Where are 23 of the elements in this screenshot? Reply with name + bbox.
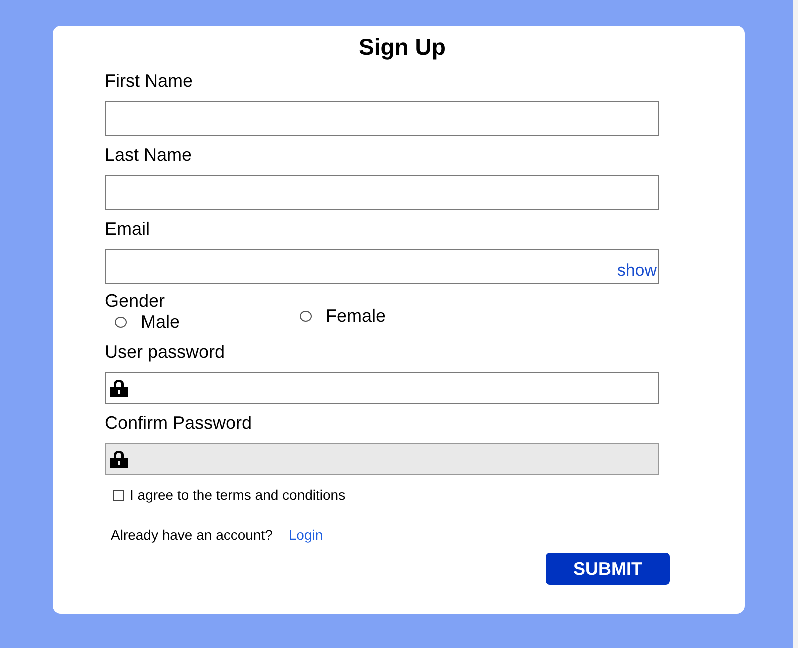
field-label: First Name [105,70,194,92]
checkbox[interactable] [113,490,124,500]
lock-icon [109,379,129,397]
password-field[interactable] [105,372,659,404]
submit-button[interactable]: SUBMIT [546,553,670,585]
input-field[interactable]: show [105,249,659,284]
login-link[interactable]: Login [288,527,324,543]
checkbox-label: I agree to the terms and conditions [130,487,346,503]
radio-label: Male [141,312,180,333]
field-label: Confirm Password [105,412,252,434]
field-label: Last Name [105,144,192,166]
account-prompt: Already have an account? [111,527,273,543]
field-label: Gender [105,290,166,312]
field-label: User password [105,341,226,363]
input-field[interactable] [105,175,659,210]
lock-icon [109,450,129,468]
form-title: Sign Up [359,33,447,62]
field-label: Email [105,218,150,240]
show-link[interactable]: show [617,261,658,283]
radio-button[interactable] [300,311,312,322]
input-field[interactable] [105,101,659,136]
radio-button[interactable] [115,317,127,328]
radio-label: Female [326,306,386,327]
